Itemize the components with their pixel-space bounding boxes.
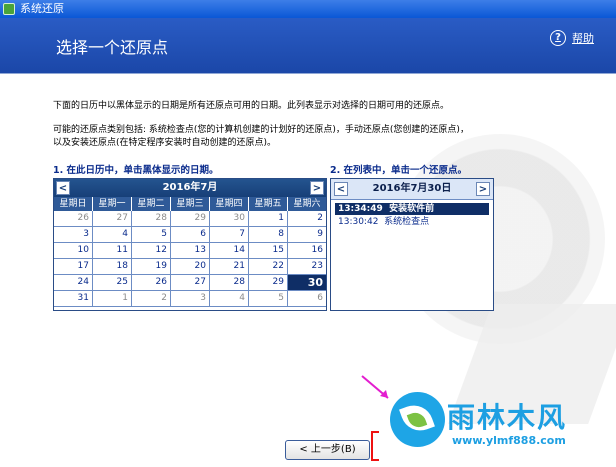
calendar-grid: 26 27 28 29 30 1 2 3 4 5 6 7 8 9 10 11 12 13 14 15 16 17 18 19 2…: [54, 211, 326, 307]
calendar-day-cell[interactable]: 27: [93, 211, 132, 227]
restore-list-date-label: 2016年7月30日: [372, 183, 452, 194]
calendar-day-cell[interactable]: 16: [288, 243, 326, 259]
calendar-day-cell[interactable]: 2: [288, 211, 326, 227]
calendar-day-cell[interactable]: 30: [288, 275, 326, 291]
calendar-weekday-label: 星期一: [93, 197, 132, 211]
calendar-day-cell[interactable]: 1: [93, 291, 132, 307]
calendar-day-cell[interactable]: 26: [132, 275, 171, 291]
annotation-arrow-icon: [361, 375, 389, 399]
window-title: 系统还原: [20, 2, 64, 15]
calendar-day-cell[interactable]: 31: [54, 291, 93, 307]
category-text: 可能的还原点类别包括: 系统检查点(您的计算机创建的计划好的还原点)，手动还原点…: [53, 124, 469, 150]
restore-point-item[interactable]: 13:30:42 系统检查点: [335, 216, 489, 228]
calendar: < 2016年7月 > 星期日 星期一 星期二 星期三 星期四 星期五 星期六 26 27 28…: [53, 178, 327, 311]
calendar-day-cell[interactable]: 29: [171, 211, 210, 227]
calendar-day-cell[interactable]: 26: [54, 211, 93, 227]
calendar-day-cell[interactable]: 29: [249, 275, 288, 291]
calendar-weekday-label: 星期四: [210, 197, 249, 211]
calendar-day-cell[interactable]: 24: [54, 275, 93, 291]
restore-list-header: < 2016年7月30日 >: [331, 179, 493, 200]
calendar-day-cell[interactable]: 19: [132, 259, 171, 275]
calendar-week-row: 3456789: [54, 227, 326, 243]
calendar-day-cell[interactable]: 6: [171, 227, 210, 243]
calendar-weekday-label: 星期二: [132, 197, 171, 211]
calendar-day-cell[interactable]: 23: [288, 259, 326, 275]
calendar-prev-month-button[interactable]: <: [56, 181, 70, 195]
calendar-day-cell[interactable]: 28: [210, 275, 249, 291]
calendar-day-cell[interactable]: 2: [132, 291, 171, 307]
calendar-next-month-button[interactable]: >: [310, 181, 324, 195]
calendar-day-cell[interactable]: 6: [288, 291, 326, 307]
calendar-day-cell[interactable]: 13: [171, 243, 210, 259]
calendar-weekday-row: 星期日 星期一 星期二 星期三 星期四 星期五 星期六: [54, 197, 326, 211]
calendar-week-row: 10 11 12 13 14 15 16: [54, 243, 326, 259]
back-button[interactable]: < 上一步(B): [285, 440, 370, 460]
calendar-week-row: 26 27 28 29 30 1 2: [54, 211, 326, 227]
calendar-day-cell[interactable]: 28: [132, 211, 171, 227]
calendar-day-cell[interactable]: 10: [54, 243, 93, 259]
restore-point-name: 安装软件前: [389, 204, 435, 214]
calendar-day-cell[interactable]: 4: [210, 291, 249, 307]
restore-point-time: 13:34:49: [338, 204, 383, 214]
restore-point-list: < 2016年7月30日 > 13:34:49 安装软件前 13:30:42 系…: [330, 178, 494, 311]
calendar-weekday-label: 星期日: [54, 197, 93, 211]
category-text-line1: 可能的还原点类别包括: 系统检查点(您的计算机创建的计划好的还原点)，手动还原点…: [53, 125, 469, 135]
calendar-day-cell[interactable]: 14: [210, 243, 249, 259]
help-link[interactable]: ? 帮助: [550, 30, 594, 46]
calendar-day-cell[interactable]: 25: [93, 275, 132, 291]
calendar-week-row: 24 25 26 27 28 29 30: [54, 275, 326, 291]
calendar-day-cell[interactable]: 8: [249, 227, 288, 243]
system-restore-icon: [3, 3, 15, 15]
calendar-day-cell[interactable]: 21: [210, 259, 249, 275]
help-label: 帮助: [572, 32, 594, 45]
annotation-highlight-box: [371, 431, 379, 461]
step2-label: 2. 在列表中，单击一个还原点。: [330, 165, 468, 176]
calendar-day-cell[interactable]: 5: [132, 227, 171, 243]
calendar-day-cell[interactable]: 4: [93, 227, 132, 243]
watermark-url: www.ylmf888.com: [452, 434, 566, 447]
wizard-header: 选择一个还原点 ? 帮助: [0, 18, 616, 74]
restore-list-prev-day-button[interactable]: <: [334, 182, 348, 196]
restore-point-time: 13:30:42: [338, 217, 379, 227]
calendar-day-cell[interactable]: 27: [171, 275, 210, 291]
restore-list-next-day-button[interactable]: >: [476, 182, 490, 196]
calendar-day-cell[interactable]: 7: [210, 227, 249, 243]
help-circle-icon: ?: [550, 30, 566, 46]
calendar-month-label: 2016年7月: [162, 182, 218, 193]
page-title: 选择一个还原点: [56, 38, 169, 57]
calendar-day-cell[interactable]: 15: [249, 243, 288, 259]
calendar-day-cell[interactable]: 30: [210, 211, 249, 227]
calendar-day-cell[interactable]: 9: [288, 227, 326, 243]
calendar-header: < 2016年7月 >: [54, 179, 326, 197]
calendar-day-cell[interactable]: 18: [93, 259, 132, 275]
calendar-week-row: 17 18 19 20 21 22 23: [54, 259, 326, 275]
calendar-day-cell[interactable]: 3: [54, 227, 93, 243]
step1-label: 1. 在此日历中，单击黑体显示的日期。: [53, 165, 219, 176]
calendar-day-cell[interactable]: 3: [171, 291, 210, 307]
calendar-day-cell[interactable]: 20: [171, 259, 210, 275]
calendar-weekday-label: 星期六: [293, 199, 321, 209]
calendar-weekday-label: 星期五: [249, 197, 288, 211]
watermark-logo-icon: [390, 392, 445, 447]
calendar-day-cell[interactable]: 17: [54, 259, 93, 275]
calendar-week-row: 31 1 2 3 4 5 6: [54, 291, 326, 307]
wizard-content: 下面的日历中以黑体显示的日期是所有还原点可用的日期。此列表显示对选择的日期可用的…: [0, 74, 616, 467]
intro-text: 下面的日历中以黑体显示的日期是所有还原点可用的日期。此列表显示对选择的日期可用的…: [53, 101, 450, 111]
calendar-weekday-label: 星期三: [171, 197, 210, 211]
calendar-day-cell[interactable]: 1: [249, 211, 288, 227]
category-text-line2: 以及安装还原点(在特定程序安装时自动创建的还原点)。: [53, 138, 277, 148]
calendar-day-cell[interactable]: 5: [249, 291, 288, 307]
calendar-day-cell[interactable]: 22: [249, 259, 288, 275]
calendar-day-cell[interactable]: 12: [132, 243, 171, 259]
watermark-brand: 雨林木风: [447, 401, 568, 434]
calendar-day-cell[interactable]: 11: [93, 243, 132, 259]
restore-point-name: 系统检查点: [384, 217, 430, 227]
restore-point-item[interactable]: 13:34:49 安装软件前: [335, 203, 489, 215]
title-bar: 系统还原: [0, 0, 616, 18]
